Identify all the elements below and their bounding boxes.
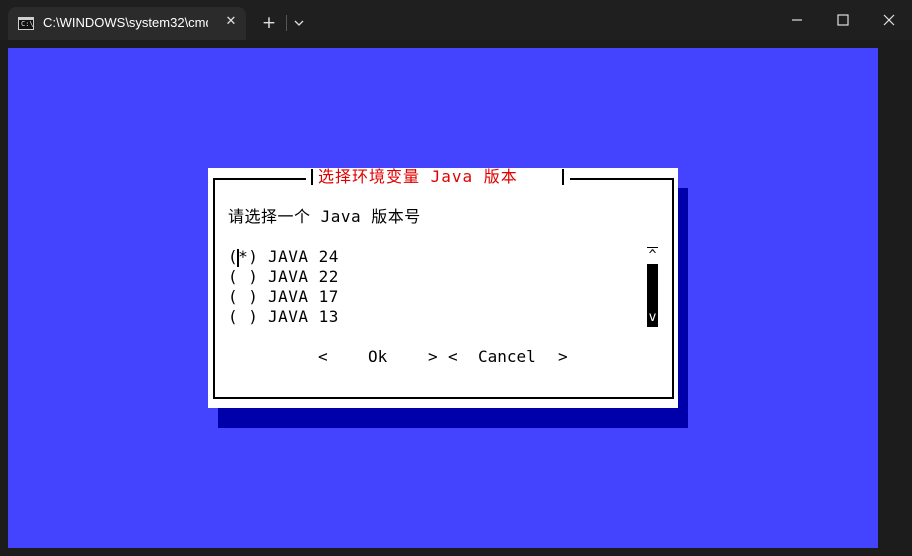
maximize-icon — [837, 14, 849, 26]
radio-mark: (*) — [228, 247, 259, 266]
radio-mark: ( ) — [228, 307, 259, 326]
close-icon — [883, 14, 895, 26]
text-cursor — [237, 249, 239, 267]
radio-option-java22[interactable]: ( ) JAVA 22 — [228, 267, 339, 287]
tab-separator — [286, 15, 287, 31]
title-left-bar — [311, 169, 313, 185]
ok-right-bracket: > — [428, 347, 438, 366]
radio-option-java17[interactable]: ( ) JAVA 17 — [228, 287, 339, 307]
option-label: JAVA 22 — [268, 267, 339, 286]
option-label: JAVA 17 — [268, 287, 339, 306]
scroll-down-arrow[interactable]: v — [647, 310, 658, 326]
ok-left-bracket: < — [318, 347, 328, 366]
radio-mark: ( ) — [228, 287, 259, 306]
minimize-icon — [792, 19, 802, 21]
radio-option-java13[interactable]: ( ) JAVA 13 — [228, 307, 339, 327]
scroll-up-arrow[interactable]: ^ — [647, 248, 658, 264]
cmd-icon: C:\ — [18, 17, 34, 30]
radio-mark: ( ) — [228, 267, 259, 286]
terminal-tab[interactable]: C:\ C:\WINDOWS\system32\cmd.e ✕ — [8, 7, 246, 40]
cancel-label: Cancel — [478, 347, 536, 366]
ok-button[interactable]: < Ok > — [318, 347, 438, 367]
tab-title: C:\WINDOWS\system32\cmd.e — [43, 15, 208, 30]
tab-dropdown-button[interactable] — [288, 12, 310, 34]
title-bar: C:\ C:\WINDOWS\system32\cmd.e ✕ + — [0, 0, 912, 40]
tab-close-button[interactable]: ✕ — [220, 11, 242, 33]
dialog-title: 选择环境变量 Java 版本 — [318, 167, 518, 186]
option-label: JAVA 24 — [268, 247, 339, 266]
cancel-right-bracket: > — [558, 347, 568, 366]
ok-label: Ok — [368, 347, 388, 366]
minimize-button[interactable] — [782, 8, 812, 32]
cancel-left-bracket: < — [448, 347, 458, 366]
maximize-button[interactable] — [828, 8, 858, 32]
dialog-prompt: 请选择一个 Java 版本号 — [228, 207, 421, 226]
title-right-bar — [562, 169, 564, 185]
cancel-button[interactable]: < Cancel > — [448, 347, 568, 367]
list-scrollbar[interactable]: ^ v — [647, 247, 658, 327]
close-window-button[interactable] — [874, 8, 904, 32]
option-label: JAVA 13 — [268, 307, 339, 326]
chevron-down-icon — [294, 20, 304, 26]
new-tab-button[interactable]: + — [258, 12, 280, 34]
radio-option-java24[interactable]: (*) JAVA 24 — [228, 247, 339, 267]
